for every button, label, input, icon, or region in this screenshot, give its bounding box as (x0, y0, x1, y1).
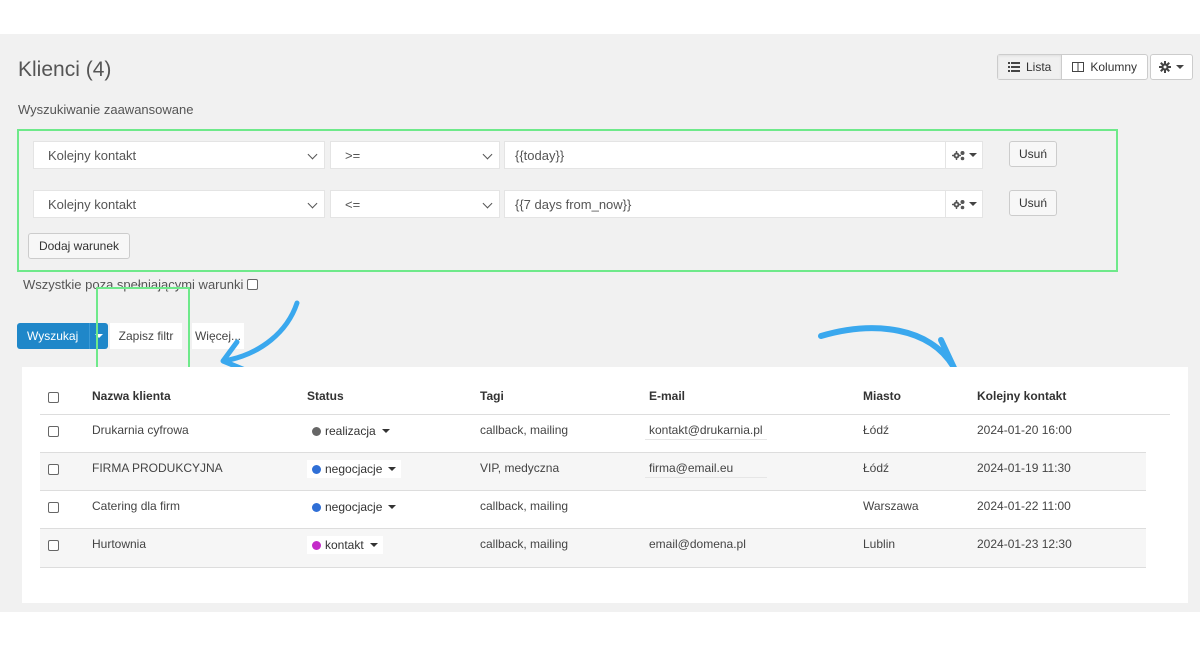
select-all-checkbox[interactable] (48, 392, 59, 403)
column-header-tags[interactable]: Tagi (480, 389, 504, 403)
filter-value-text-2: {{7 days from_now}} (515, 196, 632, 212)
search-button[interactable]: Wyszukaj (17, 323, 108, 349)
column-header-status[interactable]: Status (307, 389, 344, 403)
view-columns-label: Kolumny (1090, 60, 1138, 74)
status-label: kontakt (325, 538, 364, 552)
chevron-down-icon (482, 198, 493, 209)
arrow-to-save-filter-icon (220, 300, 300, 373)
row-checkbox[interactable] (48, 426, 59, 437)
filter-value-input-1[interactable]: {{today}} (504, 141, 946, 169)
view-columns-button[interactable]: Kolumny (1062, 55, 1147, 79)
column-header-city[interactable]: Miasto (863, 389, 901, 403)
client-next-contact: 2024-01-22 11:00 (977, 499, 1071, 513)
header-divider (40, 414, 1170, 415)
view-list-button[interactable]: Lista (998, 55, 1063, 79)
chevron-down-icon (968, 153, 977, 157)
filter-value-options-button-2[interactable] (945, 190, 983, 218)
status-dot-icon (312, 502, 321, 512)
settings-dropdown-button[interactable] (1150, 54, 1193, 80)
filter-operator-value-2: <= (345, 196, 361, 212)
row-divider (40, 490, 1146, 491)
row-checkbox[interactable] (48, 540, 59, 551)
client-name[interactable]: Hurtownia (92, 537, 146, 551)
chevron-down-icon (388, 467, 397, 471)
status-dot-icon (312, 426, 321, 436)
filter-value-text-1: {{today}} (515, 147, 565, 163)
status-dot-icon (312, 540, 321, 550)
row-divider (40, 567, 1146, 568)
client-city: Warszawa (863, 499, 919, 513)
client-name[interactable]: FIRMA PRODUKCYJNA (92, 461, 223, 475)
list-icon (1008, 62, 1020, 72)
chevron-down-icon (968, 202, 977, 206)
filter-operator-select-1[interactable]: >= (330, 141, 500, 169)
page-title: Klienci (4) (18, 58, 112, 81)
chevron-down-icon (369, 543, 378, 547)
gear-icon (1159, 61, 1171, 73)
filter-field-select-1[interactable]: Kolejny kontakt (33, 141, 325, 169)
client-email[interactable]: firma@email.eu (649, 461, 733, 475)
filter-value-input-2[interactable]: {{7 days from_now}} (504, 190, 946, 218)
client-city: Lublin (863, 537, 896, 551)
client-email[interactable]: email@domena.pl (649, 537, 746, 551)
status-dropdown[interactable]: realizacja (307, 422, 395, 440)
search-button-label: Wyszukaj (27, 329, 79, 343)
status-label: negocjacje (325, 500, 383, 514)
chevron-down-icon (482, 149, 493, 160)
client-tags: callback, mailing (480, 499, 569, 513)
email-field-underline (645, 439, 767, 440)
column-header-name[interactable]: Nazwa klienta (92, 389, 171, 403)
filter-field-value-1: Kolejny kontakt (48, 147, 137, 163)
chevron-down-icon (381, 429, 390, 433)
client-name[interactable]: Drukarnia cyfrowa (92, 423, 189, 437)
remove-condition-button-2[interactable]: Usuń (1009, 190, 1057, 216)
filter-operator-value-1: >= (345, 147, 361, 163)
status-dropdown[interactable]: negocjacje (307, 460, 402, 478)
columns-icon (1072, 62, 1085, 72)
filter-operator-select-2[interactable]: <= (330, 190, 500, 218)
column-header-next-contact[interactable]: Kolejny kontakt (977, 389, 1066, 403)
client-tags: callback, mailing (480, 537, 569, 551)
filter-value-options-button-1[interactable] (945, 141, 983, 169)
client-email[interactable]: kontakt@drukarnia.pl (649, 423, 763, 437)
add-condition-button[interactable]: Dodaj warunek (28, 233, 130, 259)
client-tags: VIP, medyczna (480, 461, 560, 475)
row-checkbox[interactable] (48, 464, 59, 475)
client-city: Łódź (863, 461, 890, 475)
status-dropdown[interactable]: negocjacje (307, 498, 402, 516)
view-toggle: Lista Kolumny (997, 54, 1149, 80)
column-header-email[interactable]: E-mail (649, 389, 685, 403)
except-matching-checkbox[interactable] (247, 279, 259, 290)
remove-condition-button-1[interactable]: Usuń (1009, 141, 1057, 167)
advanced-search-heading: Wyszukiwanie zaawansowane (18, 102, 194, 117)
cogs-icon (951, 150, 964, 160)
row-checkbox[interactable] (48, 502, 59, 513)
chevron-down-icon (388, 505, 397, 509)
status-label: realizacja (325, 424, 376, 438)
filter-field-select-2[interactable]: Kolejny kontakt (33, 190, 325, 218)
client-next-contact: 2024-01-20 16:00 (977, 423, 1072, 437)
client-next-contact: 2024-01-19 11:30 (977, 461, 1071, 475)
client-next-contact: 2024-01-23 12:30 (977, 537, 1072, 551)
cogs-icon (951, 199, 964, 209)
filter-field-value-2: Kolejny kontakt (48, 196, 137, 212)
chevron-down-icon (307, 198, 318, 209)
chevron-down-icon (1176, 65, 1184, 69)
client-tags: callback, mailing (480, 423, 569, 437)
client-city: Łódź (863, 423, 890, 437)
email-field-underline (645, 477, 767, 478)
status-label: negocjacje (325, 462, 383, 476)
view-list-label: Lista (1026, 60, 1052, 74)
status-dropdown[interactable]: kontakt (307, 536, 383, 554)
status-dot-icon (312, 464, 321, 474)
client-name[interactable]: Catering dla firm (92, 499, 180, 513)
chevron-down-icon (307, 149, 318, 160)
